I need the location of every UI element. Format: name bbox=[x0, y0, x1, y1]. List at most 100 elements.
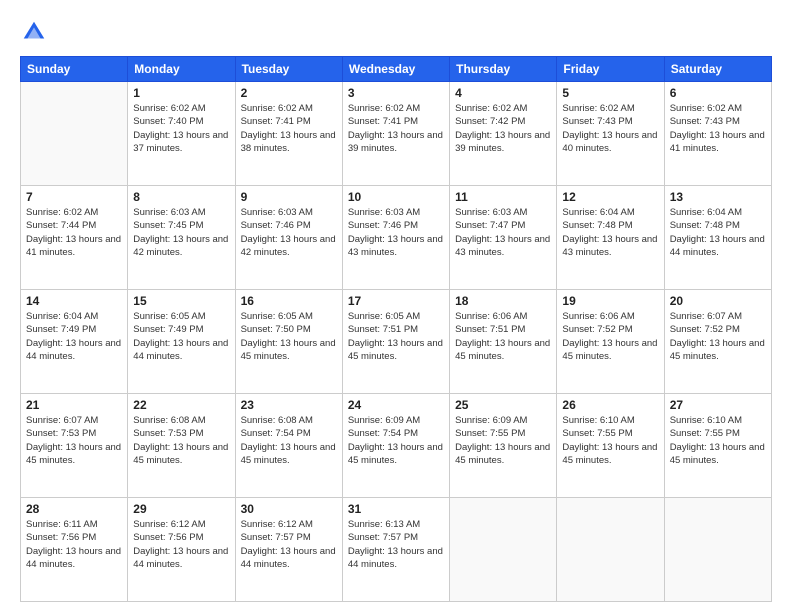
calendar-cell bbox=[21, 82, 128, 186]
day-info: Sunrise: 6:02 AMSunset: 7:41 PMDaylight:… bbox=[241, 102, 337, 155]
calendar-cell: 7 Sunrise: 6:02 AMSunset: 7:44 PMDaylight… bbox=[21, 186, 128, 290]
calendar-cell bbox=[557, 498, 664, 602]
logo bbox=[20, 18, 52, 46]
day-info: Sunrise: 6:02 AMSunset: 7:42 PMDaylight:… bbox=[455, 102, 551, 155]
day-header-monday: Monday bbox=[128, 57, 235, 82]
day-info: Sunrise: 6:04 AMSunset: 7:48 PMDaylight:… bbox=[562, 206, 658, 259]
calendar-table: SundayMondayTuesdayWednesdayThursdayFrid… bbox=[20, 56, 772, 602]
day-info: Sunrise: 6:06 AMSunset: 7:52 PMDaylight:… bbox=[562, 310, 658, 363]
day-info: Sunrise: 6:02 AMSunset: 7:43 PMDaylight:… bbox=[670, 102, 766, 155]
calendar-cell: 27 Sunrise: 6:10 AMSunset: 7:55 PMDayligh… bbox=[664, 394, 771, 498]
day-number: 9 bbox=[241, 190, 337, 204]
day-number: 4 bbox=[455, 86, 551, 100]
day-number: 15 bbox=[133, 294, 229, 308]
day-header-sunday: Sunday bbox=[21, 57, 128, 82]
day-number: 27 bbox=[670, 398, 766, 412]
day-number: 13 bbox=[670, 190, 766, 204]
day-number: 22 bbox=[133, 398, 229, 412]
calendar-cell: 28Sunrise: 6:11 AMSunset: 7:56 PMDayligh… bbox=[21, 498, 128, 602]
day-info: Sunrise: 6:08 AMSunset: 7:54 PMDaylight:… bbox=[241, 414, 337, 467]
day-info: Sunrise: 6:11 AMSunset: 7:56 PMDaylight:… bbox=[26, 518, 122, 571]
day-info: Sunrise: 6:07 AMSunset: 7:53 PMDaylight:… bbox=[26, 414, 122, 467]
day-number: 16 bbox=[241, 294, 337, 308]
day-number: 31 bbox=[348, 502, 444, 516]
calendar-cell: 15 Sunrise: 6:05 AMSunset: 7:49 PMDayligh… bbox=[128, 290, 235, 394]
day-info: Sunrise: 6:03 AMSunset: 7:46 PMDaylight:… bbox=[348, 206, 444, 259]
day-header-wednesday: Wednesday bbox=[342, 57, 449, 82]
calendar-week-1: 1Sunrise: 6:02 AMSunset: 7:40 PMDaylight… bbox=[21, 82, 772, 186]
day-number: 10 bbox=[348, 190, 444, 204]
day-info: Sunrise: 6:09 AMSunset: 7:54 PMDaylight:… bbox=[348, 414, 444, 467]
calendar-cell: 6Sunrise: 6:02 AMSunset: 7:43 PMDaylight… bbox=[664, 82, 771, 186]
calendar-cell: 29 Sunrise: 6:12 AMSunset: 7:56 PMDayligh… bbox=[128, 498, 235, 602]
day-number: 29 bbox=[133, 502, 229, 516]
day-number: 20 bbox=[670, 294, 766, 308]
day-info: Sunrise: 6:02 AMSunset: 7:41 PMDaylight:… bbox=[348, 102, 444, 155]
day-info: Sunrise: 6:09 AMSunset: 7:55 PMDaylight:… bbox=[455, 414, 551, 467]
calendar-cell: 8 Sunrise: 6:03 AMSunset: 7:45 PMDaylight… bbox=[128, 186, 235, 290]
calendar-cell: 23Sunrise: 6:08 AMSunset: 7:54 PMDayligh… bbox=[235, 394, 342, 498]
day-number: 30 bbox=[241, 502, 337, 516]
calendar-cell: 16 Sunrise: 6:05 AMSunset: 7:50 PMDayligh… bbox=[235, 290, 342, 394]
calendar-cell: 3 Sunrise: 6:02 AMSunset: 7:41 PMDaylight… bbox=[342, 82, 449, 186]
day-number: 21 bbox=[26, 398, 122, 412]
day-info: Sunrise: 6:05 AMSunset: 7:49 PMDaylight:… bbox=[133, 310, 229, 363]
calendar-cell: 24 Sunrise: 6:09 AMSunset: 7:54 PMDayligh… bbox=[342, 394, 449, 498]
day-info: Sunrise: 6:12 AMSunset: 7:56 PMDaylight:… bbox=[133, 518, 229, 571]
calendar-cell: 19 Sunrise: 6:06 AMSunset: 7:52 PMDayligh… bbox=[557, 290, 664, 394]
day-info: Sunrise: 6:03 AMSunset: 7:46 PMDaylight:… bbox=[241, 206, 337, 259]
calendar-cell: 22Sunrise: 6:08 AMSunset: 7:53 PMDayligh… bbox=[128, 394, 235, 498]
calendar-cell: 12 Sunrise: 6:04 AMSunset: 7:48 PMDayligh… bbox=[557, 186, 664, 290]
calendar-cell: 25Sunrise: 6:09 AMSunset: 7:55 PMDayligh… bbox=[450, 394, 557, 498]
day-number: 3 bbox=[348, 86, 444, 100]
day-number: 14 bbox=[26, 294, 122, 308]
day-info: Sunrise: 6:03 AMSunset: 7:45 PMDaylight:… bbox=[133, 206, 229, 259]
calendar-cell: 13 Sunrise: 6:04 AMSunset: 7:48 PMDayligh… bbox=[664, 186, 771, 290]
calendar-header-row: SundayMondayTuesdayWednesdayThursdayFrid… bbox=[21, 57, 772, 82]
day-info: Sunrise: 6:05 AMSunset: 7:50 PMDaylight:… bbox=[241, 310, 337, 363]
day-info: Sunrise: 6:02 AMSunset: 7:40 PMDaylight:… bbox=[133, 102, 229, 155]
logo-icon bbox=[20, 18, 48, 46]
day-info: Sunrise: 6:05 AMSunset: 7:51 PMDaylight:… bbox=[348, 310, 444, 363]
calendar-cell: 30 Sunrise: 6:12 AMSunset: 7:57 PMDayligh… bbox=[235, 498, 342, 602]
day-number: 17 bbox=[348, 294, 444, 308]
day-number: 11 bbox=[455, 190, 551, 204]
day-number: 8 bbox=[133, 190, 229, 204]
day-number: 7 bbox=[26, 190, 122, 204]
calendar-cell: 9 Sunrise: 6:03 AMSunset: 7:46 PMDaylight… bbox=[235, 186, 342, 290]
calendar-cell: 18 Sunrise: 6:06 AMSunset: 7:51 PMDayligh… bbox=[450, 290, 557, 394]
calendar-week-5: 28Sunrise: 6:11 AMSunset: 7:56 PMDayligh… bbox=[21, 498, 772, 602]
day-number: 19 bbox=[562, 294, 658, 308]
day-info: Sunrise: 6:10 AMSunset: 7:55 PMDaylight:… bbox=[562, 414, 658, 467]
calendar-cell bbox=[664, 498, 771, 602]
calendar-week-3: 14Sunrise: 6:04 AMSunset: 7:49 PMDayligh… bbox=[21, 290, 772, 394]
day-header-thursday: Thursday bbox=[450, 57, 557, 82]
calendar-cell: 17 Sunrise: 6:05 AMSunset: 7:51 PMDayligh… bbox=[342, 290, 449, 394]
calendar-cell: 21 Sunrise: 6:07 AMSunset: 7:53 PMDayligh… bbox=[21, 394, 128, 498]
day-info: Sunrise: 6:04 AMSunset: 7:48 PMDaylight:… bbox=[670, 206, 766, 259]
calendar-cell: 10 Sunrise: 6:03 AMSunset: 7:46 PMDayligh… bbox=[342, 186, 449, 290]
day-number: 5 bbox=[562, 86, 658, 100]
calendar-cell: 20Sunrise: 6:07 AMSunset: 7:52 PMDayligh… bbox=[664, 290, 771, 394]
calendar-cell: 14Sunrise: 6:04 AMSunset: 7:49 PMDayligh… bbox=[21, 290, 128, 394]
calendar-cell: 2 Sunrise: 6:02 AMSunset: 7:41 PMDaylight… bbox=[235, 82, 342, 186]
day-info: Sunrise: 6:03 AMSunset: 7:47 PMDaylight:… bbox=[455, 206, 551, 259]
day-header-tuesday: Tuesday bbox=[235, 57, 342, 82]
day-number: 26 bbox=[562, 398, 658, 412]
page: SundayMondayTuesdayWednesdayThursdayFrid… bbox=[0, 0, 792, 612]
day-number: 18 bbox=[455, 294, 551, 308]
day-info: Sunrise: 6:10 AMSunset: 7:55 PMDaylight:… bbox=[670, 414, 766, 467]
calendar-cell: 5 Sunrise: 6:02 AMSunset: 7:43 PMDaylight… bbox=[557, 82, 664, 186]
day-info: Sunrise: 6:12 AMSunset: 7:57 PMDaylight:… bbox=[241, 518, 337, 571]
day-info: Sunrise: 6:06 AMSunset: 7:51 PMDaylight:… bbox=[455, 310, 551, 363]
day-info: Sunrise: 6:13 AMSunset: 7:57 PMDaylight:… bbox=[348, 518, 444, 571]
day-number: 24 bbox=[348, 398, 444, 412]
calendar-week-4: 21 Sunrise: 6:07 AMSunset: 7:53 PMDayligh… bbox=[21, 394, 772, 498]
day-number: 2 bbox=[241, 86, 337, 100]
day-info: Sunrise: 6:02 AMSunset: 7:43 PMDaylight:… bbox=[562, 102, 658, 155]
calendar-cell bbox=[450, 498, 557, 602]
day-number: 12 bbox=[562, 190, 658, 204]
calendar-cell: 11 Sunrise: 6:03 AMSunset: 7:47 PMDayligh… bbox=[450, 186, 557, 290]
day-header-saturday: Saturday bbox=[664, 57, 771, 82]
day-info: Sunrise: 6:02 AMSunset: 7:44 PMDaylight:… bbox=[26, 206, 122, 259]
